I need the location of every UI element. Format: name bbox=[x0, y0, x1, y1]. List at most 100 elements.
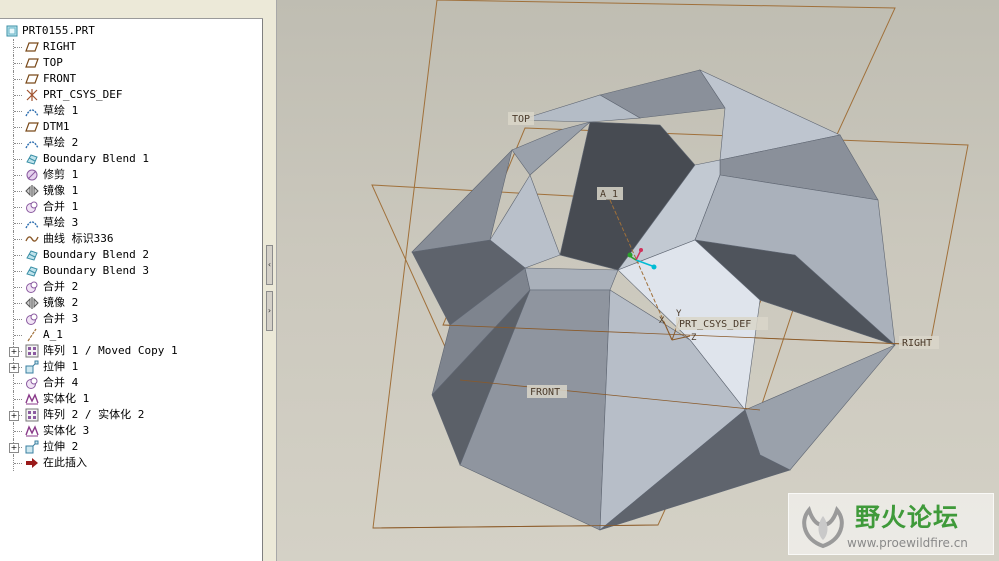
tree-item-9[interactable]: 镜像 1 bbox=[0, 183, 263, 199]
solidify-icon bbox=[25, 392, 39, 406]
pattern-icon bbox=[25, 344, 39, 358]
merge-icon bbox=[25, 200, 39, 214]
merge-icon bbox=[25, 376, 39, 390]
tree-item-18[interactable]: A_1 bbox=[0, 327, 263, 343]
tree-guide-line bbox=[13, 263, 22, 279]
curve-icon bbox=[25, 232, 39, 246]
tree-item-14[interactable]: Boundary Blend 3 bbox=[0, 263, 263, 279]
csys-label[interactable]: PRT_CSYS_DEF bbox=[679, 319, 751, 330]
tree-item-5[interactable]: DTM1 bbox=[0, 119, 263, 135]
datum-plane-icon bbox=[25, 40, 39, 54]
tree-item-label: 实体化 3 bbox=[43, 424, 90, 437]
tree-item-20[interactable]: + 拉伸 1 bbox=[0, 359, 263, 375]
tree-guide-line bbox=[13, 327, 22, 343]
datum-label-top[interactable]: TOP bbox=[512, 114, 530, 125]
datum-plane-icon bbox=[25, 72, 39, 86]
boundary-blend-icon bbox=[25, 152, 39, 166]
tree-item-0[interactable]: RIGHT bbox=[0, 39, 263, 55]
model-canvas[interactable]: TOP A_1 FRONT PRT_CSYS_DEF RIGHT X Y Z bbox=[277, 0, 999, 561]
tree-item-label: TOP bbox=[43, 56, 63, 69]
model-tree-panel: PRT0155.PRT RIGHT TOP FRONT PRT_CSYS_DEF 草绘 … bbox=[0, 0, 263, 561]
datum-label-front[interactable]: FRONT bbox=[530, 387, 560, 398]
tree-item-10[interactable]: 合并 1 bbox=[0, 199, 263, 215]
tree-guide-line bbox=[13, 215, 22, 231]
merge-icon bbox=[25, 312, 39, 326]
graphics-viewport[interactable]: TOP A_1 FRONT PRT_CSYS_DEF RIGHT X Y Z bbox=[277, 0, 999, 561]
axis-label-a1[interactable]: A_1 bbox=[600, 189, 618, 200]
tree-guide-line bbox=[13, 391, 22, 407]
tree-item-label: 草绘 3 bbox=[43, 216, 79, 229]
expand-plus-icon[interactable]: + bbox=[9, 443, 19, 453]
tree-guide-line bbox=[13, 167, 22, 183]
part-icon bbox=[5, 24, 19, 38]
tree-item-label: 合并 3 bbox=[43, 312, 79, 325]
csys-y-label: Y bbox=[676, 309, 682, 319]
tree-item-22[interactable]: 实体化 1 bbox=[0, 391, 263, 407]
tree-item-label: PRT_CSYS_DEF bbox=[43, 88, 123, 101]
model-tree: PRT0155.PRT RIGHT TOP FRONT PRT_CSYS_DEF 草绘 … bbox=[0, 23, 263, 471]
tree-item-4[interactable]: 草绘 1 bbox=[0, 103, 263, 119]
tree-item-label: Boundary Blend 2 bbox=[43, 248, 149, 261]
sketch-icon bbox=[25, 104, 39, 118]
tree-guide-line bbox=[13, 103, 22, 119]
tree-item-label: 合并 4 bbox=[43, 376, 79, 389]
collapse-left-arrow-icon[interactable]: ‹ bbox=[266, 245, 273, 285]
tree-item-label: 拉伸 2 bbox=[43, 440, 79, 453]
tree-guide-line bbox=[13, 199, 22, 215]
tree-item-12[interactable]: 曲线 标识336 bbox=[0, 231, 263, 247]
tree-guide-line bbox=[13, 311, 22, 327]
expand-plus-icon[interactable]: + bbox=[9, 347, 19, 357]
boundary-blend-icon bbox=[25, 264, 39, 278]
insert-here-arrow-icon bbox=[25, 456, 39, 470]
csys-z-label: Z bbox=[691, 333, 697, 343]
expand-plus-icon[interactable]: + bbox=[9, 411, 19, 421]
extrude-icon bbox=[25, 440, 39, 454]
boundary-blend-icon bbox=[25, 248, 39, 262]
tree-item-23[interactable]: + 阵列 2 / 实体化 2 bbox=[0, 407, 263, 423]
datum-plane-icon bbox=[25, 120, 39, 134]
tree-guide-line bbox=[13, 455, 22, 471]
tree-item-label: 拉伸 1 bbox=[43, 360, 79, 373]
panel-splitter[interactable]: ‹ › bbox=[263, 0, 277, 561]
tree-guide-line bbox=[13, 119, 22, 135]
tree-item-2[interactable]: FRONT bbox=[0, 71, 263, 87]
datum-label-right[interactable]: RIGHT bbox=[902, 338, 932, 349]
tree-item-19[interactable]: + 阵列 1 / Moved Copy 1 bbox=[0, 343, 263, 359]
tree-item-16[interactable]: 镜像 2 bbox=[0, 295, 263, 311]
watermark-url: www.proewildfire.cn bbox=[847, 536, 968, 550]
tree-item-11[interactable]: 草绘 3 bbox=[0, 215, 263, 231]
tree-item-label: 草绘 2 bbox=[43, 136, 79, 149]
tree-root-part[interactable]: PRT0155.PRT bbox=[0, 23, 263, 39]
tree-guide-line bbox=[13, 55, 22, 71]
tree-item-1[interactable]: TOP bbox=[0, 55, 263, 71]
tree-item-label: Boundary Blend 3 bbox=[43, 264, 149, 277]
tree-item-26[interactable]: 在此插入 bbox=[0, 455, 263, 471]
expand-right-arrow-icon[interactable]: › bbox=[266, 291, 273, 331]
solidify-icon bbox=[25, 424, 39, 438]
tree-item-6[interactable]: 草绘 2 bbox=[0, 135, 263, 151]
expand-plus-icon[interactable]: + bbox=[9, 363, 19, 373]
tree-item-label: 合并 2 bbox=[43, 280, 79, 293]
tree-guide-line bbox=[13, 87, 22, 103]
tree-item-label: 曲线 标识336 bbox=[43, 232, 114, 245]
tree-item-7[interactable]: Boundary Blend 1 bbox=[0, 151, 263, 167]
tree-item-25[interactable]: + 拉伸 2 bbox=[0, 439, 263, 455]
tree-guide-line bbox=[13, 135, 22, 151]
tree-item-15[interactable]: 合并 2 bbox=[0, 279, 263, 295]
merge-icon bbox=[25, 280, 39, 294]
tree-item-label: 阵列 2 / 实体化 2 bbox=[43, 408, 145, 421]
tree-item-8[interactable]: 修剪 1 bbox=[0, 167, 263, 183]
tree-item-3[interactable]: PRT_CSYS_DEF bbox=[0, 87, 263, 103]
tree-item-17[interactable]: 合并 3 bbox=[0, 311, 263, 327]
mirror-icon bbox=[25, 296, 39, 310]
tree-item-label: 阵列 1 / Moved Copy 1 bbox=[43, 344, 178, 357]
tree-item-21[interactable]: 合并 4 bbox=[0, 375, 263, 391]
datum-plane-icon bbox=[25, 56, 39, 70]
tree-item-label: 合并 1 bbox=[43, 200, 79, 213]
model-geometry[interactable] bbox=[411, 69, 896, 531]
tree-item-13[interactable]: Boundary Blend 2 bbox=[0, 247, 263, 263]
tree-guide-line bbox=[13, 295, 22, 311]
tree-guide-line bbox=[13, 247, 22, 263]
tree-item-24[interactable]: 实体化 3 bbox=[0, 423, 263, 439]
extrude-icon bbox=[25, 360, 39, 374]
